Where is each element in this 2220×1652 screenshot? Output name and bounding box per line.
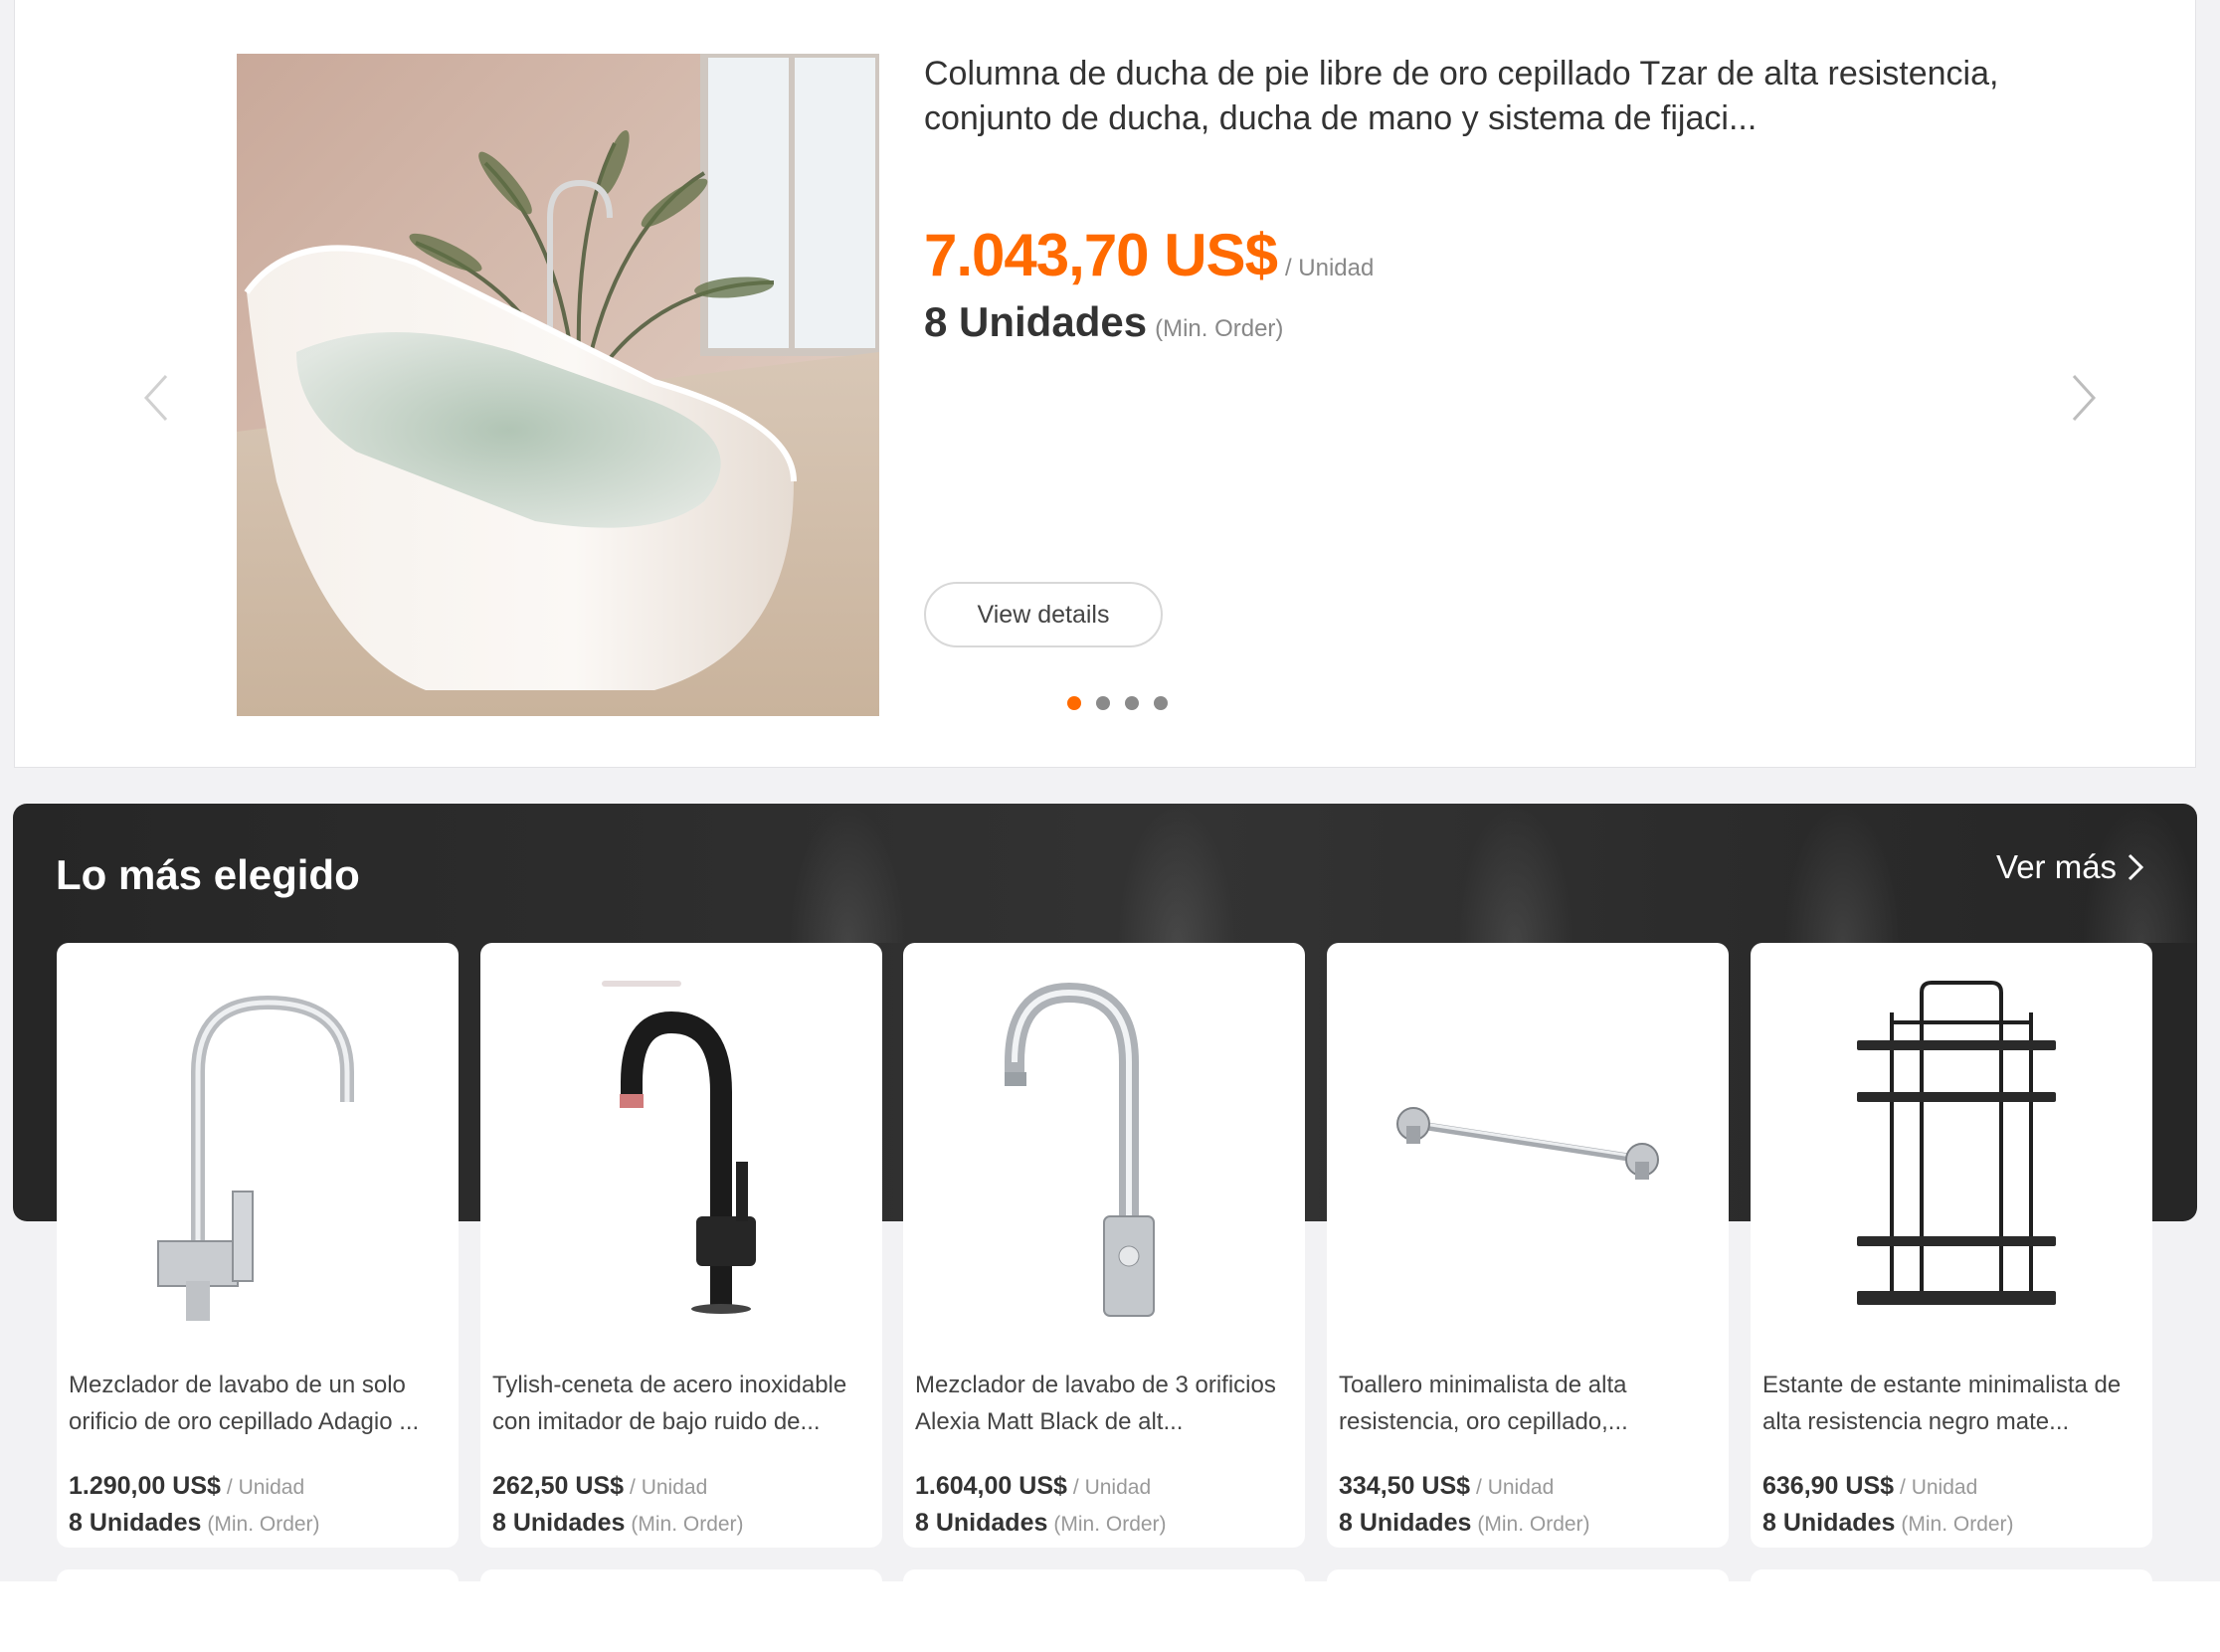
product-image: [57, 943, 459, 1361]
product-price-unit: / Unidad: [226, 1476, 305, 1499]
black-faucet-icon: [602, 981, 756, 1314]
product-card[interactable]: Mezclador de lavabo de un solo orificio …: [57, 943, 459, 1548]
product-card[interactable]: Estante de estante minimalista de alta r…: [1751, 943, 2152, 1548]
product-moq-row: 8 Unidades (Min. Order): [492, 1509, 744, 1538]
product-image: [1327, 943, 1729, 1361]
featured-price-row: 7.043,70 US$ / Unidad: [924, 221, 1374, 289]
product-price: 1.604,00 US$: [915, 1472, 1067, 1500]
carousel-dot-3[interactable]: [1125, 696, 1139, 710]
product-price: 262,50 US$: [492, 1472, 625, 1500]
product-name[interactable]: Estante de estante minimalista de alta r…: [1762, 1367, 2140, 1440]
product-card[interactable]: Tylish-ceneta de acero inoxidable con im…: [480, 943, 882, 1548]
product-moq-note: (Min. Order): [1901, 1513, 2014, 1536]
product-image: [903, 943, 1305, 1361]
featured-price-unit: / Unidad: [1284, 255, 1375, 281]
product-price: 334,50 US$: [1339, 1472, 1471, 1500]
chevron-right-icon: [2072, 374, 2097, 422]
product-moq-row: 8 Unidades (Min. Order): [915, 1509, 1167, 1538]
featured-moq: 8 Unidades: [924, 298, 1148, 345]
featured-product-title[interactable]: Columna de ducha de pie libre de oro cep…: [924, 52, 2048, 141]
featured-moq-note: (Min. Order): [1155, 315, 1284, 342]
product-moq-note: (Min. Order): [207, 1513, 320, 1536]
product-price-unit: / Unidad: [1072, 1476, 1152, 1499]
towel-bar-icon: [1396, 1107, 1659, 1180]
chevron-right-icon: [2128, 853, 2144, 881]
product-image: [1751, 943, 2152, 1361]
carousel-prev-button[interactable]: [138, 368, 178, 428]
product-price: 1.290,00 US$: [69, 1472, 221, 1500]
carousel-dot-1[interactable]: [1067, 696, 1081, 710]
product-name[interactable]: Toallero minimalista de alta resistencia…: [1339, 1367, 1717, 1440]
featured-moq-row: 8 Unidades (Min. Order): [924, 298, 1283, 346]
product-name[interactable]: Tylish-ceneta de acero inoxidable con im…: [492, 1367, 870, 1440]
page-bottom: [0, 1581, 2220, 1652]
product-card[interactable]: Mezclador de lavabo de 3 orificios Alexi…: [903, 943, 1305, 1548]
chrome-faucet-icon: [157, 995, 354, 1321]
product-card[interactable]: Toallero minimalista de alta resistencia…: [1327, 943, 1729, 1548]
product-moq-row: 8 Unidades (Min. Order): [1339, 1509, 1590, 1538]
product-moq: 8 Unidades: [69, 1509, 202, 1537]
carousel-pagination: [1067, 696, 1168, 710]
featured-product-image[interactable]: [237, 54, 879, 716]
carousel-dot-2[interactable]: [1096, 696, 1110, 710]
product-price: 636,90 US$: [1762, 1472, 1895, 1500]
product-moq: 8 Unidades: [1762, 1509, 1896, 1537]
product-moq: 8 Unidades: [492, 1509, 626, 1537]
product-price-row: 262,50 US$ / Unidad: [492, 1472, 707, 1501]
product-moq-row: 8 Unidades (Min. Order): [1762, 1509, 2014, 1538]
view-details-button[interactable]: View details: [924, 582, 1163, 647]
shower-shelf-icon: [1857, 981, 2056, 1305]
product-moq-note: (Min. Order): [1053, 1513, 1167, 1536]
chevron-left-icon: [143, 374, 168, 422]
gooseneck-faucet-icon: [1005, 982, 1155, 1317]
product-price-row: 334,50 US$ / Unidad: [1339, 1472, 1554, 1501]
product-price-row: 1.290,00 US$ / Unidad: [69, 1472, 304, 1501]
product-moq: 8 Unidades: [915, 1509, 1048, 1537]
section-title: Lo más elegido: [56, 851, 360, 898]
product-price-row: 1.604,00 US$ / Unidad: [915, 1472, 1151, 1501]
featured-product-card: Columna de ducha de pie libre de oro cep…: [14, 0, 2196, 768]
carousel-dot-4[interactable]: [1154, 696, 1168, 710]
product-image: [480, 943, 882, 1361]
product-name[interactable]: Mezclador de lavabo de 3 orificios Alexi…: [915, 1367, 1293, 1440]
product-price-unit: / Unidad: [1476, 1476, 1555, 1499]
product-moq: 8 Unidades: [1339, 1509, 1472, 1537]
product-moq-note: (Min. Order): [1477, 1513, 1590, 1536]
featured-price: 7.043,70 US$: [924, 222, 1278, 288]
see-more-link[interactable]: Ver más: [1996, 848, 2144, 886]
product-price-unit: / Unidad: [630, 1476, 708, 1499]
product-moq-note: (Min. Order): [631, 1513, 744, 1536]
product-name[interactable]: Mezclador de lavabo de un solo orificio …: [69, 1367, 447, 1440]
see-more-label: Ver más: [1996, 848, 2118, 885]
carousel-next-button[interactable]: [2062, 368, 2102, 428]
product-price-row: 636,90 US$ / Unidad: [1762, 1472, 1977, 1501]
product-moq-row: 8 Unidades (Min. Order): [69, 1509, 320, 1538]
product-price-unit: / Unidad: [1900, 1476, 1978, 1499]
